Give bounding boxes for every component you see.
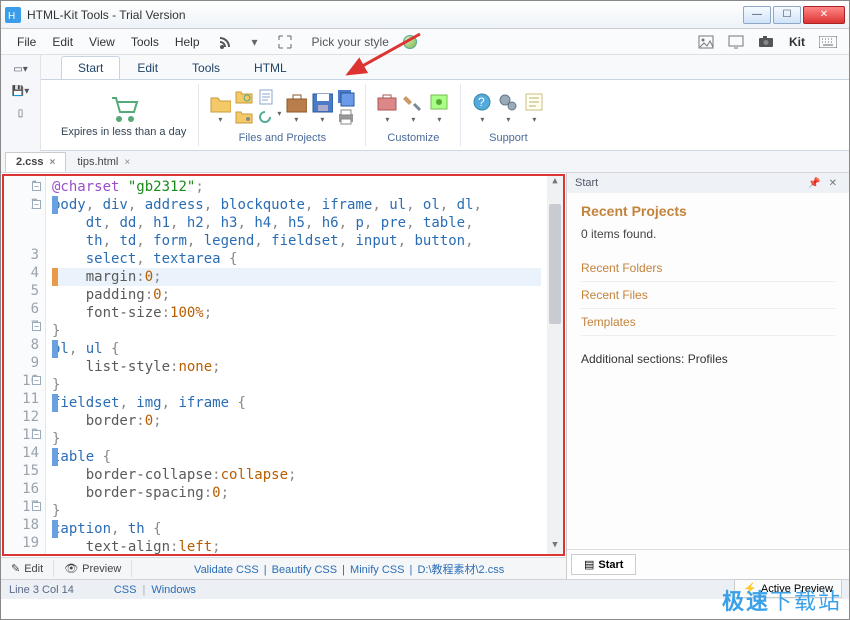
menu-tools[interactable]: Tools <box>123 32 167 52</box>
pin-icon[interactable]: 📌 <box>808 178 820 189</box>
footer-link[interactable]: Minify CSS <box>350 564 404 576</box>
ribbon-tab-tools[interactable]: Tools <box>175 56 237 79</box>
keyboard-icon[interactable] <box>819 33 837 51</box>
minimize-button[interactable]: — <box>743 6 771 24</box>
save-all-icon[interactable] <box>337 89 355 107</box>
document-icon[interactable] <box>257 89 275 107</box>
editor-footer: ✎Edit 👁Preview Validate CSS | Beautify C… <box>1 557 566 579</box>
qat-new-icon[interactable]: ▭▾ <box>3 59 38 79</box>
kit-label[interactable]: Kit <box>789 35 805 49</box>
scrollbar-vertical[interactable]: ▲▼ <box>547 176 563 554</box>
refresh-icon[interactable] <box>257 109 275 127</box>
document-tabs: 2.css×tips.html× <box>1 151 849 173</box>
side-panel-header: Start 📌 ✕ <box>567 173 849 193</box>
pencil-icon: ✎ <box>11 562 20 575</box>
side-link[interactable]: Recent Files <box>581 282 835 309</box>
titlebar: H HTML-Kit Tools - Trial Version — ☐ ✕ <box>1 1 849 29</box>
code-editor[interactable]: 1−2−34567−8910−111213−14151617−1819 @cha… <box>2 174 565 556</box>
additional-sections: Additional sections: Profiles <box>581 352 835 366</box>
doc-tab[interactable]: tips.html× <box>66 152 141 172</box>
ribbon-tabs: StartEditToolsHTML <box>41 55 849 79</box>
footer-link[interactable]: Validate CSS <box>194 564 259 576</box>
maximize-button[interactable]: ☐ <box>773 6 801 24</box>
trial-notice[interactable]: Expires in less than a day <box>49 84 199 146</box>
notes-icon[interactable] <box>523 92 545 114</box>
plugin-icon[interactable] <box>428 92 450 114</box>
svg-text:H: H <box>8 11 15 22</box>
status-os: Windows <box>151 584 196 596</box>
footer-link[interactable]: Beautify CSS <box>272 564 337 576</box>
ribbon-group-support: ?▾ ▾ ▾ Support <box>461 84 555 146</box>
pick-style-link[interactable]: Pick your style <box>312 35 389 49</box>
edit-tab-button[interactable]: ✎Edit <box>1 560 54 577</box>
tools-icon[interactable] <box>402 92 424 114</box>
folder-find-icon[interactable] <box>235 89 253 107</box>
ribbon-group-files: ▾ ▾ ▾ ▾ Files and Pr <box>199 84 366 146</box>
window-title: HTML-Kit Tools - Trial Version <box>27 8 741 22</box>
side-link[interactable]: Templates <box>581 309 835 336</box>
camera-icon[interactable] <box>757 33 775 51</box>
watermark: 极速下载站 <box>722 584 842 616</box>
eye-icon: 👁 <box>64 562 78 575</box>
qat-save-icon[interactable]: 💾▾ <box>3 81 38 101</box>
dropdown-icon[interactable]: ▾ <box>246 33 264 51</box>
close-tab-icon[interactable]: × <box>124 157 130 168</box>
menu-view[interactable]: View <box>81 32 123 52</box>
briefcase-icon[interactable] <box>285 92 307 114</box>
toolbox-icon[interactable] <box>376 92 398 114</box>
cart-icon <box>108 92 140 124</box>
group-label-customize: Customize <box>387 132 439 146</box>
menu-file[interactable]: File <box>9 32 44 52</box>
side-title: Start <box>575 177 598 189</box>
close-panel-icon[interactable]: ✕ <box>829 178 837 189</box>
side-panel: Start 📌 ✕ Recent Projects 0 items found.… <box>567 173 849 579</box>
empty-message: 0 items found. <box>581 227 835 241</box>
ribbon-tab-edit[interactable]: Edit <box>120 56 175 79</box>
folder-gear-icon[interactable] <box>235 109 253 127</box>
group-label-support: Support <box>489 132 528 146</box>
ribbon-tab-html[interactable]: HTML <box>237 56 304 79</box>
recent-projects-heading: Recent Projects <box>581 203 835 219</box>
monitor-icon[interactable] <box>727 33 745 51</box>
quick-access-toolbar: ▭▾ 💾▾ ▯ <box>1 55 41 151</box>
expand-icon[interactable] <box>276 33 294 51</box>
print-icon[interactable] <box>337 109 355 127</box>
rss-icon[interactable] <box>216 33 234 51</box>
footer-link[interactable]: D:\教程素材\2.css <box>417 564 504 576</box>
preview-tab-button[interactable]: 👁Preview <box>54 560 132 577</box>
qat-folder-icon[interactable]: ▯ <box>3 103 38 123</box>
image-icon[interactable] <box>697 33 715 51</box>
footer-links: Validate CSS | Beautify CSS | Minify CSS… <box>132 561 566 577</box>
window-icon: ▤ <box>584 558 594 571</box>
menubar: FileEditViewToolsHelp ▾ Pick your style … <box>1 29 849 55</box>
group-label-files: Files and Projects <box>239 132 326 146</box>
app-icon: H <box>5 7 21 23</box>
folder-open-icon[interactable] <box>209 92 231 114</box>
cursor-position: Line 3 Col 14 <box>9 584 74 596</box>
help-icon[interactable]: ? <box>471 92 493 114</box>
close-tab-icon[interactable]: × <box>50 157 56 168</box>
gears-icon[interactable] <box>497 92 519 114</box>
expires-label: Expires in less than a day <box>61 126 186 138</box>
side-link[interactable]: Recent Folders <box>581 255 835 282</box>
menu-edit[interactable]: Edit <box>44 32 81 52</box>
svg-text:?: ? <box>478 95 485 109</box>
menu-help[interactable]: Help <box>167 32 208 52</box>
save-disk-icon[interactable] <box>311 92 333 114</box>
ribbon-tab-start[interactable]: Start <box>61 56 120 79</box>
doc-tab[interactable]: 2.css× <box>5 152 66 172</box>
close-button[interactable]: ✕ <box>803 6 845 24</box>
status-indicator-icon <box>403 35 417 49</box>
line-gutter: 1−2−34567−8910−111213−14151617−1819 <box>4 176 46 554</box>
status-lang: CSS <box>114 584 137 596</box>
side-foot-tab-start[interactable]: ▤Start <box>571 554 636 575</box>
ribbon-group-customize: ▾ ▾ ▾ Customize <box>366 84 461 146</box>
